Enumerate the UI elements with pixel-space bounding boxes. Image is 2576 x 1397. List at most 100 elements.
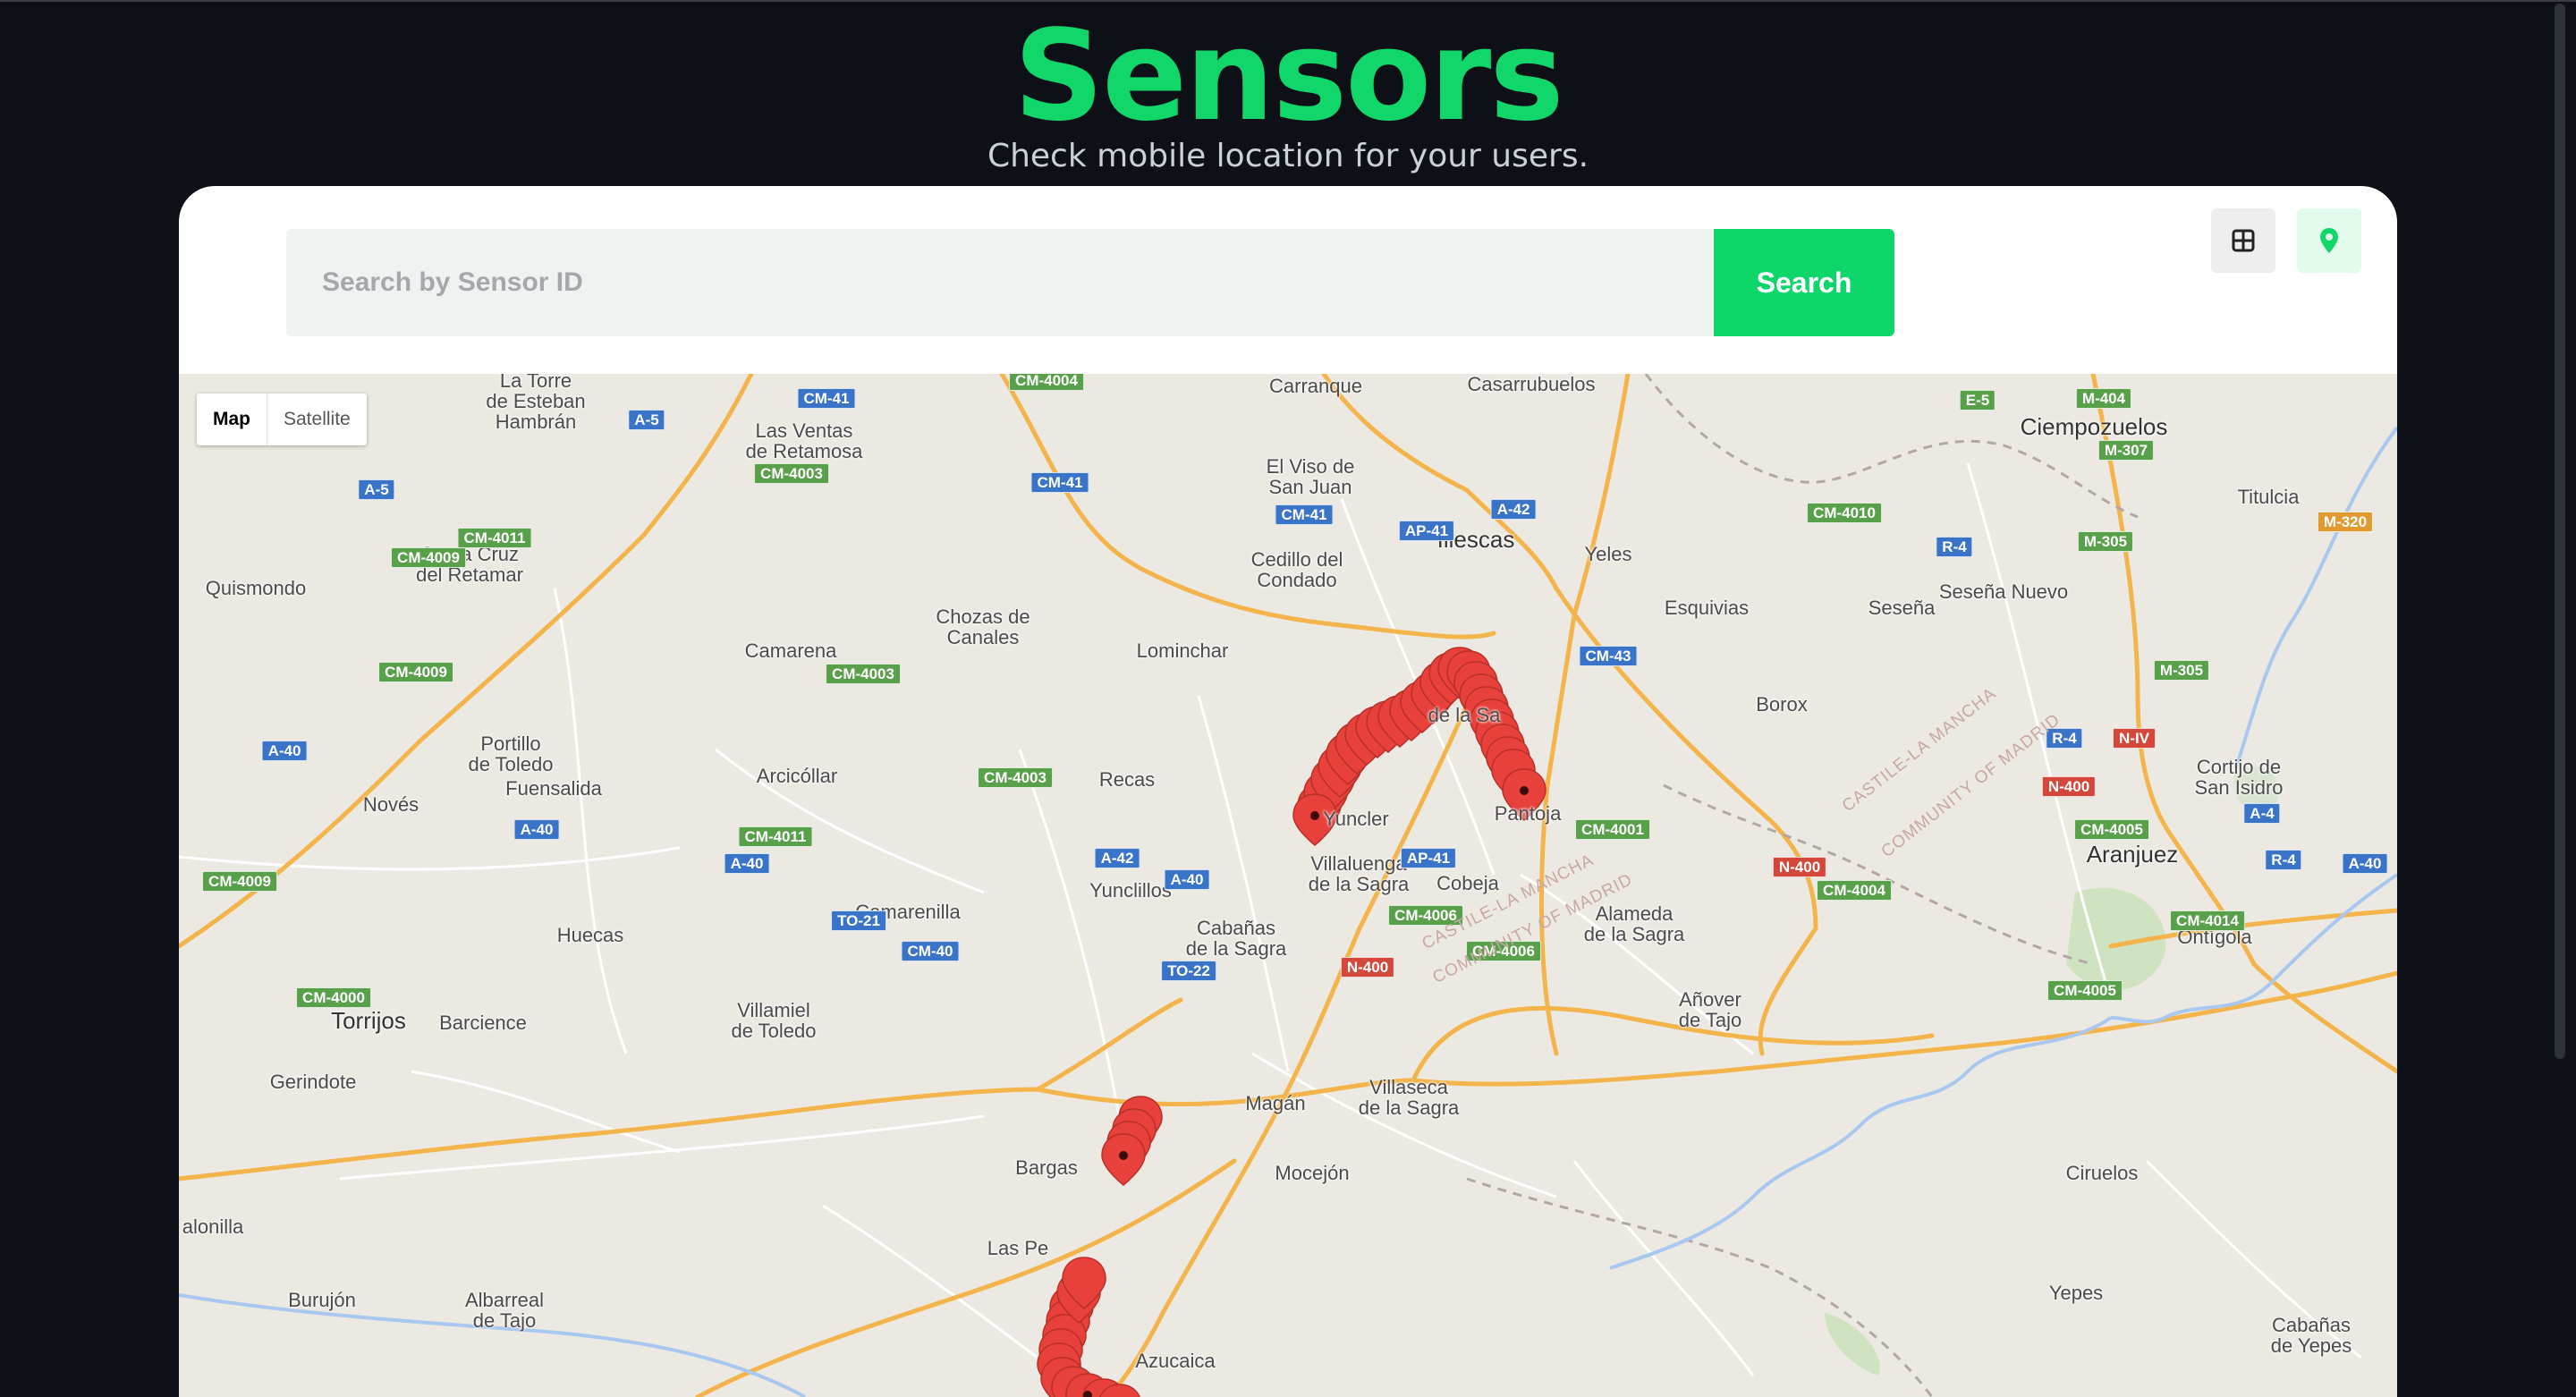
road-shield: CM-4011: [457, 528, 532, 548]
road-shield: A-4: [2243, 803, 2281, 824]
place-label: Yeles: [1584, 543, 1632, 565]
place-label: Titulcia: [2237, 486, 2300, 508]
sensor-search-input[interactable]: [286, 229, 1714, 336]
sensor-map[interactable]: Map Satellite La Torre de Esteban Hambrá…: [179, 374, 2397, 1397]
place-label: Recas: [1098, 768, 1156, 791]
road-shield: CM-4003: [978, 767, 1053, 788]
place-label: Yunclillos: [1089, 879, 1172, 902]
place-label: alonilla: [182, 1215, 244, 1238]
place-label: Aranjuez: [2086, 841, 2179, 868]
place-label: Cabañas de Yepes: [2270, 1314, 2352, 1357]
place-label: Bargas: [1015, 1156, 1078, 1179]
road-shield: CM-4000: [296, 987, 371, 1008]
place-label: Mocejón: [1275, 1162, 1350, 1184]
place-label: La Torre de Esteban Hambrán: [486, 374, 586, 433]
place-label: Chozas de Canales: [936, 605, 1030, 648]
map-pin-icon: [2320, 228, 2338, 253]
place-label: Fuensalida: [505, 777, 602, 800]
place-label: Cabañas de la Sagra: [1185, 917, 1287, 960]
road-shield: CM-4003: [754, 463, 829, 484]
road-shield: CM-4001: [1575, 819, 1650, 840]
road-shield: A-42: [1490, 499, 1537, 520]
road-shield: A-40: [261, 741, 308, 761]
road-shield: M-307: [2097, 440, 2155, 461]
place-label: Casarrubuelos: [1467, 374, 1596, 395]
road-shield: CM-4005: [2074, 819, 2149, 840]
road-shield: CM-4005: [2047, 980, 2123, 1001]
window-top-edge: [0, 0, 2576, 2]
place-label: de la Sa: [1428, 704, 1501, 726]
road-shield: CM-43: [1579, 646, 1638, 666]
map-type-control[interactable]: Map Satellite: [197, 394, 367, 445]
place-label: Yuncler: [1323, 808, 1389, 830]
road-shield: A-40: [724, 853, 770, 874]
road-shield: TO-21: [831, 910, 886, 931]
place-label: Añover de Tajo: [1678, 988, 1742, 1031]
road-shield: N-400: [1340, 957, 1395, 978]
place-label: Barcience: [439, 1012, 527, 1034]
road-shield: TO-22: [1161, 961, 1216, 981]
place-label: Quismondo: [205, 577, 307, 599]
place-label: Huecas: [556, 924, 624, 946]
place-label: Lominchar: [1136, 639, 1229, 662]
road-shield: CM-4009: [378, 662, 453, 682]
search-button[interactable]: Search: [1714, 229, 1894, 336]
place-label: Ciempozuelos: [2020, 413, 2168, 440]
place-label: Cedillo del Condado: [1250, 548, 1343, 591]
road-shield: AP-41: [1400, 848, 1457, 868]
road-shield: CM-4004: [1009, 374, 1084, 391]
road-shield: N-400: [1772, 857, 1827, 877]
place-label: Magán: [1245, 1092, 1306, 1114]
place-label: Borox: [1756, 693, 1808, 715]
road-shield: N-400: [2041, 776, 2097, 797]
road-shield: CM-4009: [202, 871, 277, 892]
place-label: Arcicóllar: [756, 765, 838, 787]
map-type-map[interactable]: Map: [197, 394, 267, 445]
road-shield: R-4: [1936, 537, 1973, 557]
map-view-button[interactable]: [2297, 208, 2361, 273]
road-shield: CM-4009: [391, 547, 466, 568]
road-shield: N-IV: [2113, 728, 2156, 749]
road-shield: A-40: [2342, 853, 2388, 874]
place-label: Esquivias: [1664, 597, 1750, 619]
place-label: Pantoja: [1494, 802, 1562, 825]
place-label: Ciruelos: [2065, 1162, 2139, 1184]
place-label: Seseña: [1868, 597, 1936, 619]
place-label: Cortijo de San Isidro: [2194, 756, 2284, 799]
place-label: Burujón: [288, 1289, 356, 1311]
page-title: Sensors: [1013, 4, 1563, 149]
place-label: Villamiel de Toledo: [731, 999, 817, 1042]
road-shield: M-305: [2077, 531, 2134, 552]
place-label: Camarena: [744, 639, 837, 662]
place-label: El Viso de San Juan: [1266, 455, 1355, 498]
road-shield: M-320: [2317, 512, 2374, 532]
grid-view-button[interactable]: [2211, 208, 2275, 273]
place-label: Las Pe: [987, 1237, 1049, 1259]
place-label: Novés: [362, 793, 419, 816]
road-shield: CM-41: [1030, 472, 1089, 493]
road-shield: CM-4003: [826, 664, 901, 684]
road-shield: CM-4014: [2170, 910, 2245, 931]
road-shield: E-5: [1959, 390, 1996, 411]
road-shield: CM-4004: [1817, 880, 1892, 901]
place-label: Las Ventas de Retamosa: [745, 419, 863, 462]
road-shield: CM-4011: [738, 826, 813, 847]
road-shield: M-404: [2075, 388, 2132, 409]
road-shield: A-40: [1164, 869, 1210, 890]
place-label: Yepes: [2048, 1282, 2104, 1304]
place-label: Villaseca de la Sagra: [1358, 1076, 1460, 1119]
road-shield: A-42: [1094, 848, 1140, 868]
page-subtitle: Check mobile location for your users.: [987, 138, 1589, 174]
road-shield: CM-4010: [1807, 503, 1882, 523]
place-label: Carranque: [1269, 375, 1362, 397]
road-shield: CM-41: [1275, 504, 1334, 525]
place-label: Azucaica: [1135, 1350, 1216, 1372]
road-shield: R-4: [2265, 850, 2302, 870]
place-label: Villaluenga de la Sagra: [1308, 852, 1410, 895]
place-label: Cobeja: [1436, 872, 1499, 894]
sensor-card: Search by Sensor ID Search Map Satellite…: [179, 186, 2397, 1397]
place-label: Gerindote: [269, 1071, 357, 1093]
grid-icon: [2232, 229, 2255, 252]
place-label: Portillo de Toledo: [468, 732, 554, 775]
map-type-satellite[interactable]: Satellite: [267, 394, 367, 445]
